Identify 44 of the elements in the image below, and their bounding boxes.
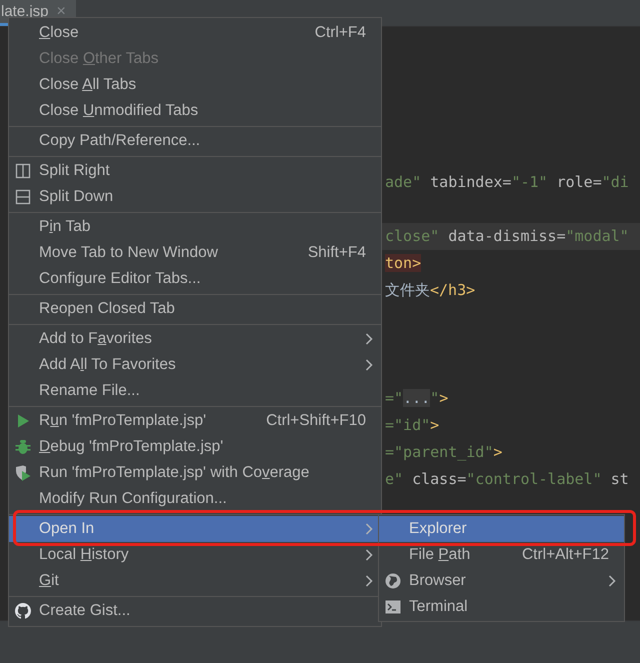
chevron-right-icon xyxy=(365,333,373,345)
split-horizontal-icon xyxy=(15,189,31,205)
menu-item[interactable]: Open In xyxy=(9,516,381,542)
menu-item[interactable]: Run 'fmProTemplate.jsp' Ctrl+Shift+F10 xyxy=(9,408,381,434)
bug-icon xyxy=(15,439,31,455)
terminal-icon xyxy=(385,599,401,615)
code-line: 文件夹</h3> xyxy=(384,280,476,301)
menu-item[interactable]: Explorer xyxy=(379,516,624,542)
menu-item[interactable]: Split Down xyxy=(9,184,381,210)
menu-item[interactable]: Close All Tabs xyxy=(9,72,381,98)
github-icon xyxy=(15,603,31,619)
menu-item[interactable]: Split Right xyxy=(9,158,381,184)
chevron-right-icon xyxy=(365,359,373,371)
menu-item[interactable]: Close Unmodified Tabs xyxy=(9,98,381,124)
menu-item[interactable]: Move Tab to New Window Shift+F4 xyxy=(9,240,381,266)
run-icon xyxy=(15,413,31,429)
menu-item[interactable]: Run 'fmProTemplate.jsp' with Coverage xyxy=(9,460,381,486)
chevron-right-icon xyxy=(365,549,373,561)
chevron-right-icon xyxy=(365,523,373,535)
menu-item[interactable]: Add to Favorites xyxy=(9,326,381,352)
split-vertical-icon xyxy=(15,163,31,179)
menu-item[interactable]: Browser xyxy=(379,568,624,594)
menu-item[interactable]: Git xyxy=(9,568,381,594)
menu-item[interactable]: Configure Editor Tabs... xyxy=(9,266,381,292)
menu-item[interactable]: Add All To Favorites xyxy=(9,352,381,378)
menu-item[interactable]: File Path Ctrl+Alt+F12 xyxy=(379,542,624,568)
chevron-right-icon xyxy=(365,575,373,587)
globe-icon xyxy=(385,573,401,589)
menu-item[interactable]: Terminal xyxy=(379,594,624,620)
code-line: ="..."> xyxy=(384,388,450,409)
menu-item[interactable]: Copy Path/Reference... xyxy=(9,128,381,154)
code-line: e" class="control-label" st xyxy=(384,469,630,490)
code-line: ade" tabindex="-1" role="di xyxy=(384,172,630,193)
menu-item[interactable]: Modify Run Configuration... xyxy=(9,486,381,512)
menu-item[interactable]: Create Gist... xyxy=(9,598,381,624)
menu-item[interactable]: Debug 'fmProTemplate.jsp' xyxy=(9,434,381,460)
shield-run-icon xyxy=(15,465,31,481)
code-line: ="parent_id"> xyxy=(384,442,504,463)
menu-item[interactable]: Reopen Closed Tab xyxy=(9,296,381,322)
menu-item[interactable]: Pin Tab xyxy=(9,214,381,240)
code-line: ="id"> xyxy=(384,415,440,436)
menu-item[interactable]: Local History xyxy=(9,542,381,568)
chevron-right-icon xyxy=(608,575,616,587)
menu-item[interactable]: Rename File... xyxy=(9,378,381,404)
